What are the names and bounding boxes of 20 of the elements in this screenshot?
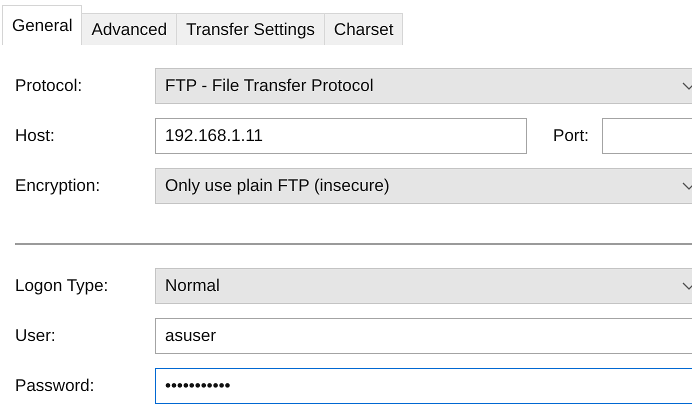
tab[interactable]: General [2, 5, 82, 45]
dropdown[interactable]: FTP - File Transfer Protocol [155, 68, 692, 104]
tab[interactable]: Advanced [82, 13, 178, 45]
input-field[interactable]: 192.168.1.11 [155, 118, 527, 154]
field-label: Logon Type: [15, 276, 110, 296]
field-label: Password: [15, 376, 96, 396]
input-field[interactable]: asuser [155, 318, 692, 354]
dropdown[interactable]: Normal [155, 268, 692, 304]
field-label: Host: [15, 126, 56, 146]
field-label: Protocol: [15, 76, 84, 96]
field-label: User: [15, 326, 57, 346]
tab[interactable]: Charset [324, 13, 404, 45]
tab[interactable]: Transfer Settings [177, 13, 325, 45]
field-label: Port: [553, 126, 589, 146]
chevron-down-icon [682, 282, 692, 290]
chevron-down-icon [682, 182, 692, 190]
dropdown[interactable]: Only use plain FTP (insecure) [155, 168, 692, 204]
password-field[interactable]: ••••••••••• [155, 368, 692, 404]
field-label: Encryption: [15, 176, 102, 196]
chevron-down-icon [682, 82, 692, 90]
